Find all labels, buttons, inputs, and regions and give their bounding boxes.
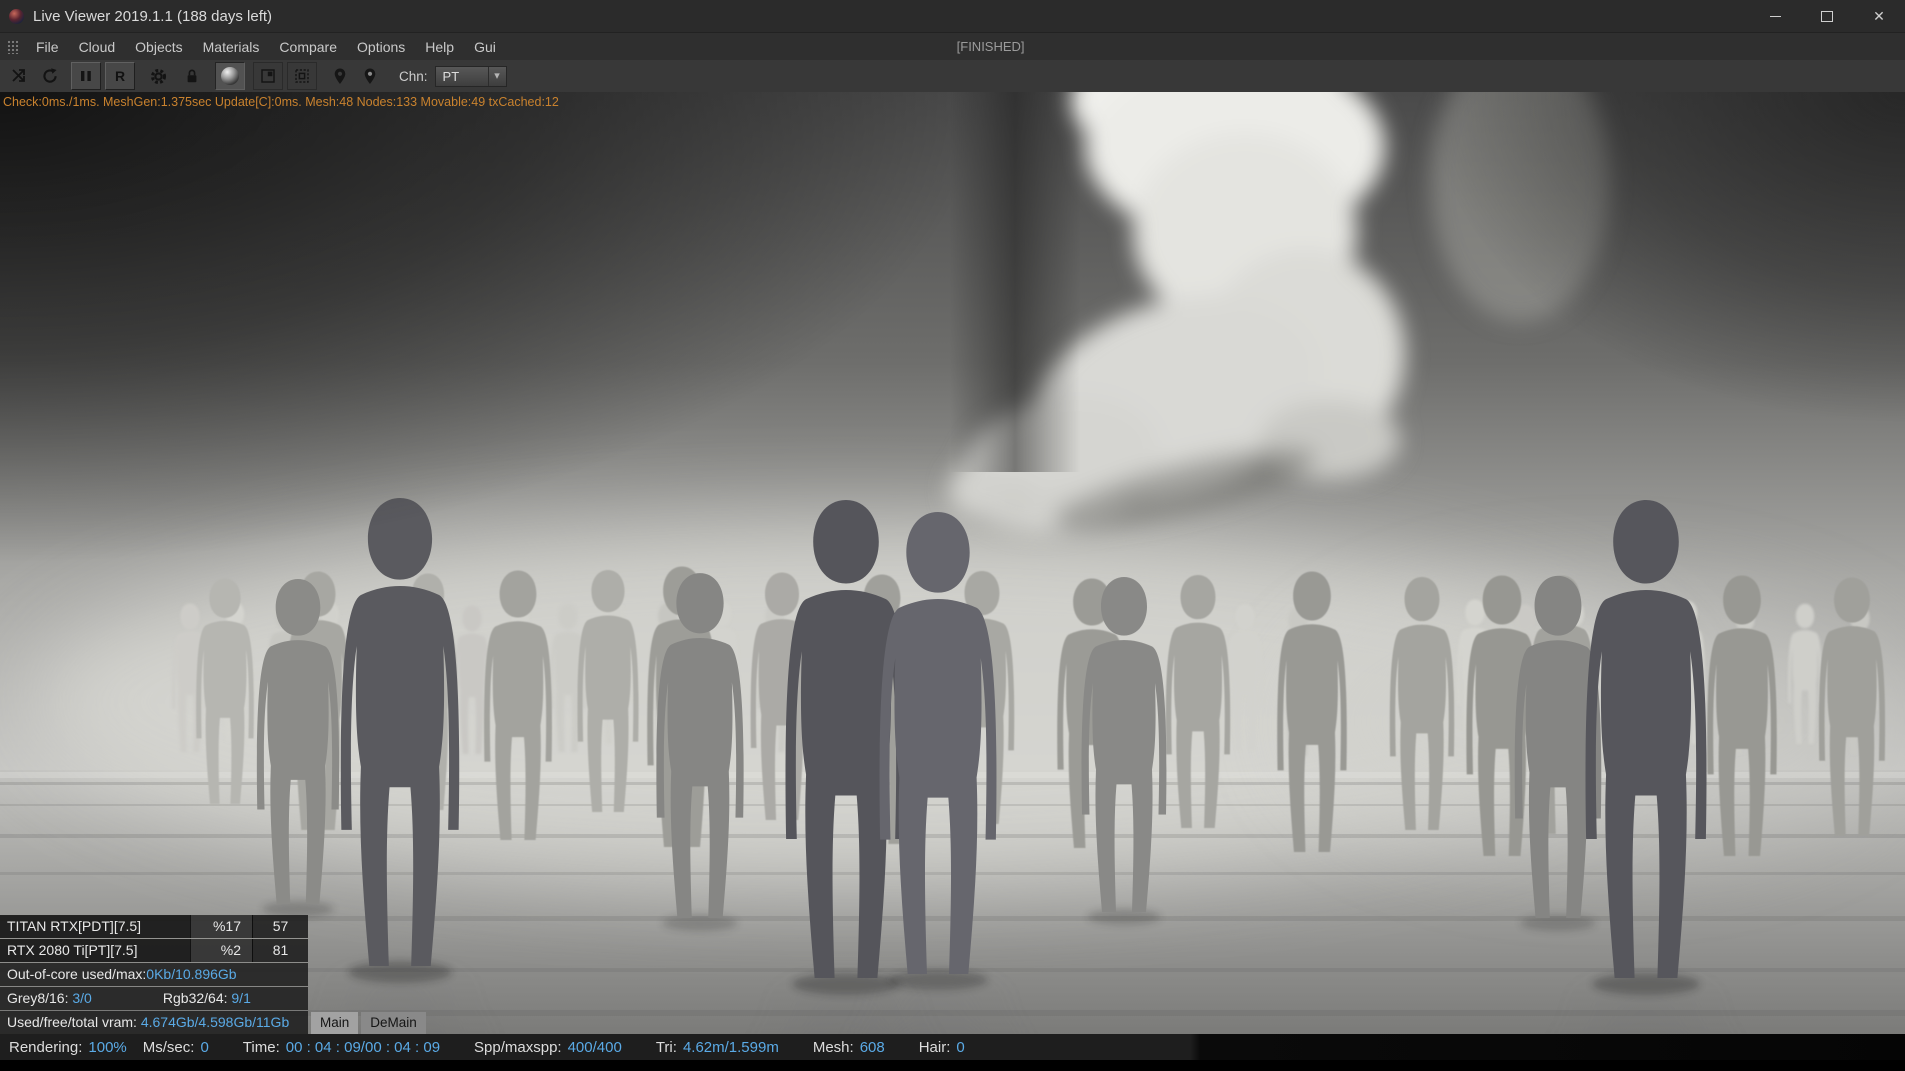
reset-render-button[interactable]: R <box>105 62 135 90</box>
channel-label: Chn: <box>399 68 428 84</box>
gpu-load: %17 <box>190 915 252 938</box>
film-region-button[interactable] <box>287 62 317 90</box>
gpu-load: %2 <box>190 939 252 962</box>
restart-render-button[interactable] <box>35 62 65 90</box>
pick-focus-pin-icon <box>334 68 346 84</box>
rgb-label: Rgb32/64: <box>162 990 228 1006</box>
gpu-row: RTX 2080 Ti[PT][7.5] %2 81 <box>0 939 426 962</box>
gpu-temp: 57 <box>252 915 308 938</box>
mssec-value: 0 <box>200 1038 209 1056</box>
send-scene-icon <box>12 69 25 82</box>
gpu-temp: 81 <box>252 939 308 962</box>
pause-icon <box>81 71 91 81</box>
grey-buffers: Grey8/16: 3/0 <box>7 987 159 1010</box>
menu-bar: File Cloud Objects Materials Compare Opt… <box>0 32 1905 60</box>
mesh-label: Mesh: <box>812 1038 854 1056</box>
region-render-button[interactable] <box>253 62 283 90</box>
pick-material-button[interactable] <box>355 62 385 90</box>
menu-materials[interactable]: Materials <box>193 33 270 61</box>
pause-render-button[interactable] <box>71 62 101 90</box>
grip-icon <box>7 39 19 54</box>
material-ball-icon <box>221 67 239 85</box>
menu-help[interactable]: Help <box>415 33 464 61</box>
vram-label: Used/free/total vram: <box>7 1014 137 1030</box>
tri-stat: Tri: 4.62m/1.599m <box>656 1039 779 1056</box>
rendering-label: Rendering: <box>9 1038 83 1056</box>
mssec-stat: Ms/sec: 0 <box>143 1039 209 1056</box>
grey-label: Grey8/16: <box>7 990 69 1006</box>
vram-row: Used/free/total vram: 4.674Gb/4.598Gb/11… <box>0 1011 308 1034</box>
pick-material-pin-icon <box>364 68 376 84</box>
gpu-name: RTX 2080 Ti[PT][7.5] <box>0 939 190 962</box>
menu-compare[interactable]: Compare <box>269 33 347 61</box>
restart-render-icon <box>43 68 57 83</box>
spp-stat: Spp/maxspp: 400/400 <box>474 1039 622 1056</box>
vignette-top-right <box>1430 92 1905 422</box>
mssec-label: Ms/sec: <box>142 1038 195 1056</box>
send-scene-button[interactable] <box>5 62 35 90</box>
app-icon[interactable] <box>9 8 24 24</box>
render-status-bar: Rendering: 100% Ms/sec: 0 Time: 00 : 04 : 0… <box>0 1034 1905 1060</box>
time-value: 00 : 04 : 09/00 : 04 : 09 <box>285 1038 441 1056</box>
spp-value: 400/400 <box>567 1038 622 1056</box>
menu-file[interactable]: File <box>26 33 69 61</box>
out-of-core-value: 0Kb/10.896Gb <box>146 966 237 982</box>
toolbar: R Chn: PT ▾ <box>0 60 1905 92</box>
out-of-core-label: Out-of-core used/max: <box>7 966 147 982</box>
region-render-icon <box>261 69 275 83</box>
out-of-core-row: Out-of-core used/max:0Kb/10.896Gb <box>0 963 308 986</box>
mesh-value: 608 <box>859 1038 885 1056</box>
buffers-row: Grey8/16: 3/0 Rgb32/64: 9/1 <box>0 987 308 1010</box>
hair-stat: Hair: 0 <box>919 1039 965 1056</box>
channel-dropdown[interactable]: PT ▾ <box>434 65 507 87</box>
menu-gui[interactable]: Gui <box>464 33 506 61</box>
pick-focus-button[interactable] <box>325 62 355 90</box>
render-state-label: [FINISHED] <box>956 39 1025 54</box>
title-bar[interactable]: Live Viewer 2019.1.1 (188 days left) ✕ <box>0 0 1905 32</box>
vram-value: 4.674Gb/4.598Gb/11Gb <box>140 1014 290 1030</box>
tri-label: Tri: <box>655 1038 677 1056</box>
vignette-top-left <box>0 92 980 562</box>
lock-icon <box>187 69 197 83</box>
menu-cloud[interactable]: Cloud <box>69 33 126 61</box>
mesh-stat: Mesh: 608 <box>813 1039 885 1056</box>
rgb-buffers: Rgb32/64: 9/1 <box>163 990 251 1006</box>
hair-value: 0 <box>956 1038 965 1056</box>
time-stat: Time: 00 : 04 : 09/00 : 04 : 09 <box>243 1039 440 1056</box>
grey-value: 3/0 <box>72 990 92 1006</box>
rendering-value: 100% <box>88 1038 127 1056</box>
reset-render-label: R <box>114 68 126 84</box>
render-viewport[interactable]: Check:0ms./1ms. MeshGen:1.375sec Update[… <box>0 92 1905 1034</box>
window-title: Live Viewer 2019.1.1 (188 days left) <box>33 7 273 25</box>
maximize-button[interactable] <box>1801 0 1853 32</box>
menu-options[interactable]: Options <box>347 33 415 61</box>
close-button[interactable]: ✕ <box>1853 0 1905 32</box>
gear-icon <box>150 68 166 84</box>
material-preview-button[interactable] <box>215 62 245 90</box>
minimize-button[interactable] <box>1749 0 1801 32</box>
close-icon: ✕ <box>1873 7 1885 24</box>
minimize-icon <box>1769 15 1781 17</box>
rgb-value: 9/1 <box>231 990 251 1006</box>
spp-label: Spp/maxspp: <box>474 1038 562 1056</box>
channel-value: PT <box>442 68 460 84</box>
maximize-icon <box>1821 10 1833 22</box>
settings-button[interactable] <box>143 62 173 90</box>
lock-camera-button[interactable] <box>177 62 207 90</box>
tab-main[interactable]: Main <box>311 1012 359 1034</box>
render-image[interactable] <box>0 92 1905 1034</box>
vram-row-with-tabs: Used/free/total vram: 4.674Gb/4.598Gb/11… <box>0 1010 426 1034</box>
film-region-icon <box>295 69 309 83</box>
gpu-row: TITAN RTX[PDT][7.5] %17 57 <box>0 915 426 938</box>
chevron-down-icon: ▾ <box>487 66 506 86</box>
gpu-stats-overlay: TITAN RTX[PDT][7.5] %17 57 RTX 2080 Ti[P… <box>0 914 426 1034</box>
gpu-name: TITAN RTX[PDT][7.5] <box>0 915 190 938</box>
rendering-progress: Rendering: 100% <box>9 1039 127 1056</box>
menu-objects[interactable]: Objects <box>125 33 192 61</box>
time-label: Time: <box>242 1038 280 1056</box>
mesh-status-line: Check:0ms./1ms. MeshGen:1.375sec Update[… <box>3 95 559 109</box>
hair-label: Hair: <box>918 1038 951 1056</box>
tri-value: 4.62m/1.599m <box>682 1038 779 1056</box>
tab-demain[interactable]: DeMain <box>361 1012 426 1034</box>
